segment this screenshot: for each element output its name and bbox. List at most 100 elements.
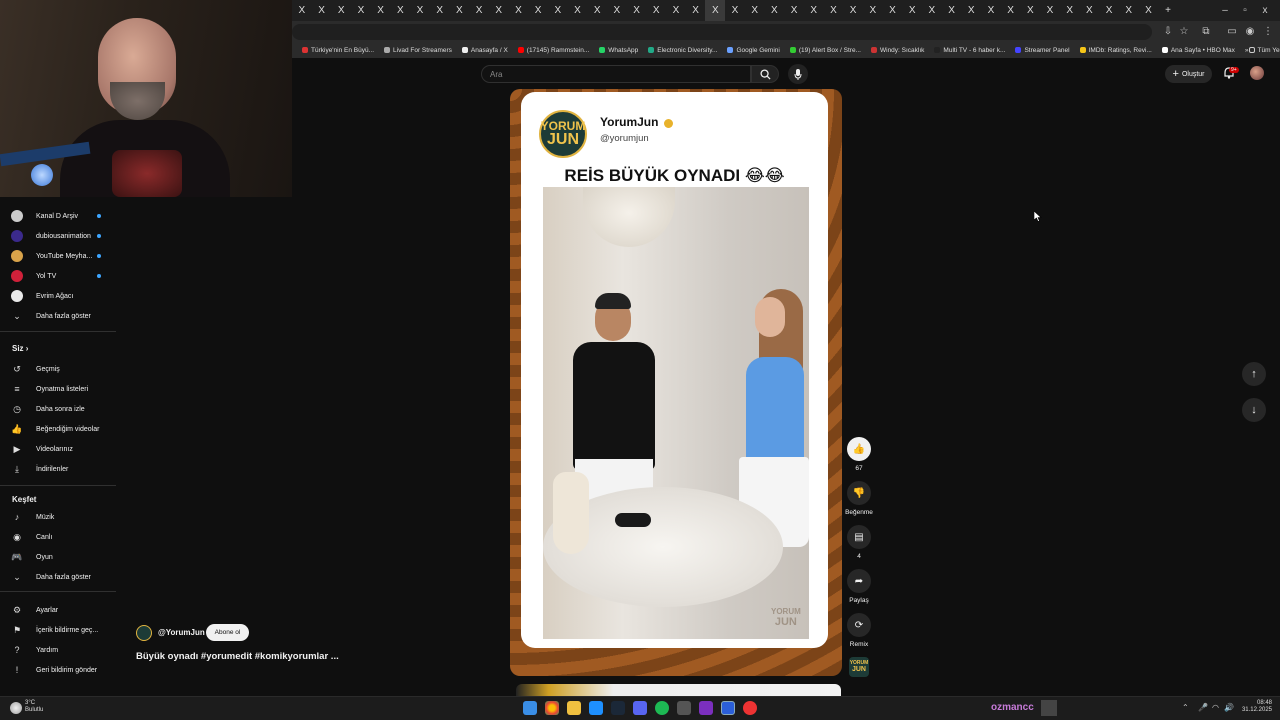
share-button[interactable]: ➦ bbox=[847, 569, 871, 593]
browser-tab[interactable]: X bbox=[1119, 0, 1139, 21]
bookmark-item[interactable]: (17145) Rammstein... bbox=[517, 47, 589, 54]
like-button[interactable]: 👍 bbox=[847, 437, 871, 461]
address-bar[interactable] bbox=[292, 24, 1152, 40]
sidebar-item[interactable]: ▶ Videolarınız bbox=[0, 439, 116, 459]
tab-close-icon[interactable]: X bbox=[1047, 5, 1054, 16]
tab-close-icon[interactable]: X bbox=[1145, 5, 1152, 16]
sidebar-item[interactable]: ↺ Geçmiş bbox=[0, 359, 116, 379]
sidebar-item[interactable]: ≡ Oynatma listeleri bbox=[0, 379, 116, 399]
bookmark-item[interactable]: Streamer Panel bbox=[1015, 47, 1070, 54]
browser-tab[interactable]: X bbox=[883, 0, 903, 21]
browser-tab[interactable]: X bbox=[371, 0, 391, 21]
channel-name[interactable]: @YorumJun bbox=[158, 628, 205, 637]
browser-tab[interactable]: X bbox=[646, 0, 666, 21]
browser-tab[interactable]: X bbox=[666, 0, 686, 21]
tab-close-icon[interactable]: X bbox=[318, 5, 325, 16]
browser-tab[interactable]: X bbox=[725, 0, 745, 21]
tray-chevron-icon[interactable]: ⌃ bbox=[1182, 703, 1189, 712]
tab-close-icon[interactable]: X bbox=[732, 5, 739, 16]
browser-tab[interactable]: X bbox=[1040, 0, 1060, 21]
next-short-button[interactable]: ↓ bbox=[1242, 398, 1266, 422]
user-avatar[interactable] bbox=[1250, 66, 1264, 80]
browser-tab[interactable]: X bbox=[824, 0, 844, 21]
sidebar-item[interactable]: ! Geri bildirim gönder bbox=[0, 660, 116, 680]
sidebar-item[interactable]: 👍 Beğendiğim videolar bbox=[0, 419, 116, 439]
next-short-preview[interactable] bbox=[516, 684, 841, 696]
tab-close-icon[interactable]: X bbox=[535, 5, 542, 16]
browser-tab[interactable]: X bbox=[902, 0, 922, 21]
spotify-icon[interactable] bbox=[655, 701, 669, 715]
short-title[interactable]: Büyük oynadı #yorumedit #komikyorumlar .… bbox=[136, 651, 339, 662]
tab-close-icon[interactable]: X bbox=[299, 5, 306, 16]
browser-tab[interactable]: X bbox=[981, 0, 1001, 21]
edge-icon[interactable] bbox=[589, 701, 603, 715]
sidebar-item[interactable]: 🎮 Oyun bbox=[0, 547, 116, 567]
chrome-icon[interactable] bbox=[545, 701, 559, 715]
sidebar-item[interactable]: ⚙ Ayarlar bbox=[0, 600, 116, 620]
browser-tab[interactable]: X bbox=[1099, 0, 1119, 21]
all-bookmarks-button[interactable]: Tüm Yer İşaretleri bbox=[1248, 47, 1280, 54]
tab-close-icon[interactable]: X bbox=[1106, 5, 1113, 16]
tab-close-icon[interactable]: X bbox=[850, 5, 857, 16]
sidebar-item[interactable]: ⌄ Daha fazla göster bbox=[0, 567, 116, 587]
new-tab-button[interactable]: + bbox=[1158, 0, 1178, 21]
tray-volume-icon[interactable]: 🔊 bbox=[1224, 703, 1234, 712]
tab-close-icon[interactable]: X bbox=[1125, 5, 1132, 16]
tab-close-icon[interactable]: X bbox=[929, 5, 936, 16]
tab-close-icon[interactable]: X bbox=[456, 5, 463, 16]
tab-close-icon[interactable]: X bbox=[948, 5, 955, 16]
bookmark-item[interactable]: Electronic Diversity... bbox=[648, 47, 717, 54]
browser-tab[interactable]: X bbox=[804, 0, 824, 21]
browser-tab[interactable]: X bbox=[627, 0, 647, 21]
bookmark-item[interactable]: (19) Alert Box / Stre... bbox=[789, 47, 861, 54]
tab-close-icon[interactable]: X bbox=[751, 5, 758, 16]
channel-avatar[interactable] bbox=[136, 625, 152, 641]
bookmark-star-icon[interactable]: ☆ bbox=[1176, 24, 1192, 40]
profile-icon[interactable]: ◉ bbox=[1242, 24, 1258, 40]
sidebar-item[interactable]: Evrim Ağacı bbox=[0, 286, 116, 306]
tab-close-icon[interactable]: X bbox=[358, 5, 365, 16]
steam-icon[interactable] bbox=[611, 701, 625, 715]
file-explorer-icon[interactable] bbox=[567, 701, 581, 715]
browser-tab[interactable]: X bbox=[509, 0, 529, 21]
browser-tab[interactable]: X bbox=[292, 0, 312, 21]
tab-close-icon[interactable]: X bbox=[1027, 5, 1034, 16]
browser-tab[interactable]: X bbox=[489, 0, 509, 21]
sound-thumbnail[interactable]: YORUM JUN bbox=[849, 657, 869, 677]
bookmark-item[interactable]: IMDb: Ratings, Revi... bbox=[1079, 47, 1152, 54]
browser-tab[interactable]: X bbox=[784, 0, 804, 21]
obs-icon[interactable] bbox=[743, 701, 757, 715]
tab-close-icon[interactable]: X bbox=[495, 5, 502, 16]
sidebar-item[interactable]: ⌄ Daha fazla göster bbox=[0, 306, 116, 326]
taskbar-clock[interactable]: 08:48 31.12.2025 bbox=[1238, 700, 1272, 714]
sidebar-item[interactable]: ⚑ İçerik bildirme geç... bbox=[0, 620, 116, 640]
tab-close-icon[interactable]: X bbox=[830, 5, 837, 16]
search-button[interactable] bbox=[751, 65, 779, 83]
tab-close-icon[interactable]: X bbox=[476, 5, 483, 16]
create-button[interactable]: + Oluştur bbox=[1165, 65, 1212, 83]
comments-button[interactable]: ▤ bbox=[847, 525, 871, 549]
tab-close-icon[interactable]: X bbox=[988, 5, 995, 16]
sidebar-item[interactable]: ◷ Daha sonra izle bbox=[0, 399, 116, 419]
tab-close-icon[interactable]: X bbox=[869, 5, 876, 16]
browser-tab[interactable]: X bbox=[528, 0, 548, 21]
tab-close-icon[interactable]: X bbox=[712, 5, 719, 16]
tab-close-icon[interactable]: X bbox=[436, 5, 443, 16]
browser-tab[interactable]: X bbox=[430, 0, 450, 21]
tab-close-icon[interactable]: X bbox=[397, 5, 404, 16]
browser-tab[interactable]: X bbox=[587, 0, 607, 21]
sidebar-item[interactable]: Kanal D Arşiv bbox=[0, 206, 116, 226]
sidebar-item[interactable]: ♪ Müzik bbox=[0, 507, 116, 527]
tab-close-icon[interactable]: X bbox=[417, 5, 424, 16]
tab-close-icon[interactable]: X bbox=[1007, 5, 1014, 16]
cast-icon[interactable]: ▭ bbox=[1224, 24, 1240, 40]
tab-close-icon[interactable]: X bbox=[554, 5, 561, 16]
discord-icon[interactable] bbox=[633, 701, 647, 715]
tray-wifi-icon[interactable]: ◠ bbox=[1212, 703, 1219, 712]
tab-close-icon[interactable]: X bbox=[791, 5, 798, 16]
sidebar-item[interactable]: ? Yardım bbox=[0, 640, 116, 660]
tray-mic-icon[interactable]: 🎤 bbox=[1198, 703, 1208, 712]
tab-close-icon[interactable]: X bbox=[515, 5, 522, 16]
browser-tab[interactable]: X bbox=[745, 0, 765, 21]
short-video-player[interactable]: YORUM JUN YorumJun @yorumjun REİS BÜYÜK … bbox=[510, 89, 842, 676]
